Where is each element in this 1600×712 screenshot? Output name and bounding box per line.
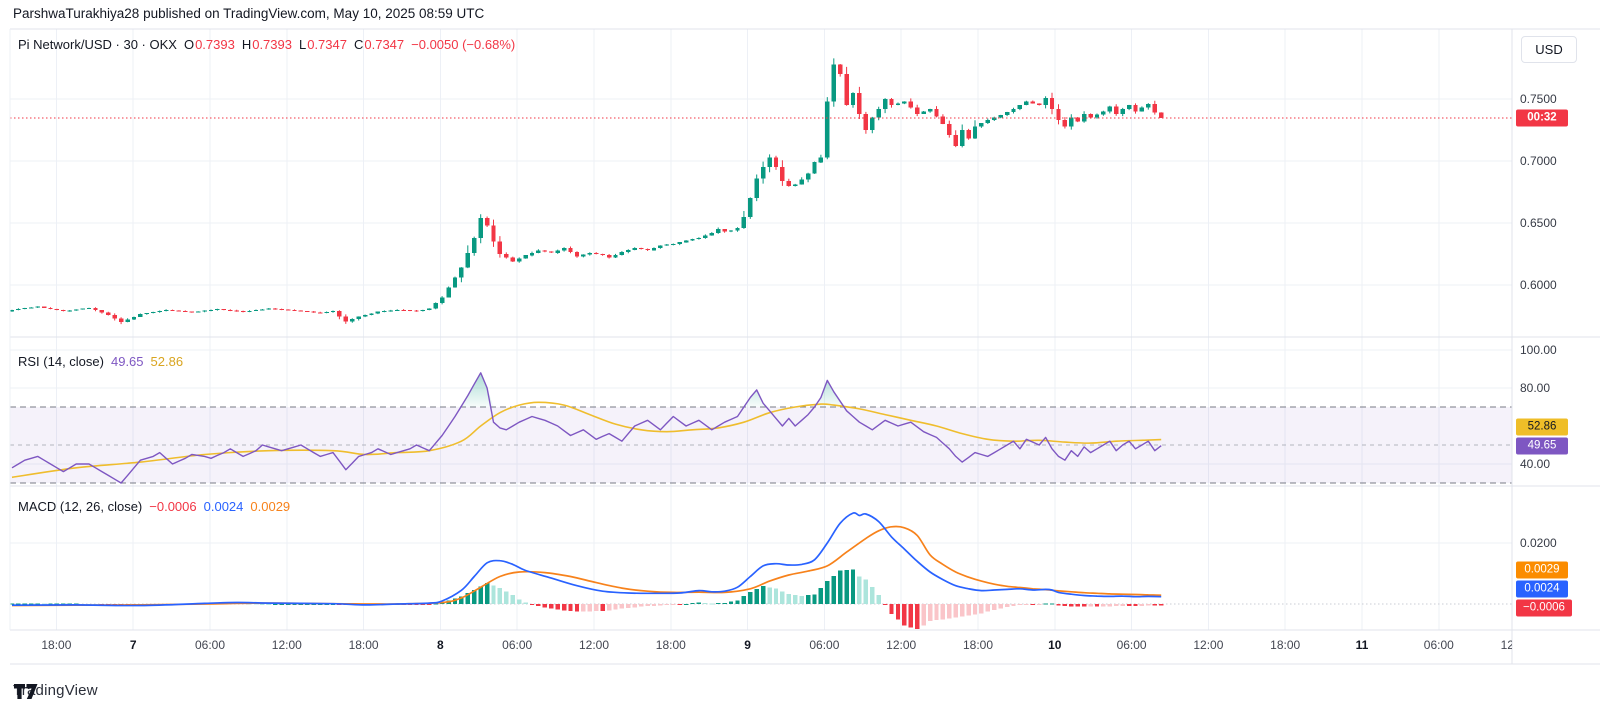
time-axis-label: 18:00 <box>41 638 72 652</box>
macd-signal-badge: 0.0029 <box>1516 561 1568 579</box>
time-axis-day-label: 11 <box>1355 638 1369 652</box>
rsi-ma-value: 52.86 <box>150 354 184 369</box>
tradingview-logo-icon <box>14 684 38 699</box>
price-axis-label: 0.6000 <box>1520 278 1557 292</box>
time-axis-day-label: 7 <box>129 638 137 652</box>
macd-signal-value: 0.0029 <box>250 499 291 514</box>
tradingview-published-chart: ParshwaTurakhiya28 published on TradingV… <box>0 0 1600 712</box>
time-axis-day-label: 10 <box>1048 638 1062 652</box>
time-axis-label: 12:00 <box>578 638 610 652</box>
footer-brand[interactable]: TradingView <box>13 682 98 699</box>
macd-line-value: 0.0024 <box>203 499 244 514</box>
price-axis-label: 0.7000 <box>1520 154 1557 168</box>
ohlc-high: H 0.7393 <box>241 37 292 52</box>
time-axis-label: 18:00 <box>348 638 379 652</box>
macd-hist-badge: −0.0006 <box>1516 599 1572 617</box>
price-axis-label: 0.7500 <box>1520 92 1557 106</box>
change-value: −0.0050 (−0.68%) <box>411 37 516 52</box>
time-axis-label: 06:00 <box>1116 638 1147 652</box>
rsi-title: RSI (14, close) <box>18 354 104 369</box>
time-axis-label: 06:00 <box>809 638 840 652</box>
rsi-ma-badge: 52.86 <box>1516 418 1568 436</box>
rsi-legend: RSI (14, close) 49.65 52.86 <box>18 354 183 369</box>
rsi-axis-label: 80.00 <box>1520 381 1551 395</box>
time-axis-day-label: 8 <box>437 638 444 652</box>
time-axis-label: 12:00 <box>886 638 917 652</box>
macd-axis-label: 0.0200 <box>1520 536 1557 550</box>
time-axis-label: 18:00 <box>655 638 686 652</box>
time-axis-label: 06:00 <box>502 638 533 652</box>
macd-title: MACD (12, 26, close) <box>18 499 143 514</box>
time-axis-label: 12:00 <box>1193 638 1224 652</box>
time-axis[interactable]: 18:00 7 06:00 12:00 18:00 8 06:00 12:00 18:00 9 06… <box>0 630 1512 664</box>
time-axis-day-label: 9 <box>744 638 751 652</box>
macd-line-badge: 0.0024 <box>1516 580 1568 598</box>
rsi-value: 49.65 <box>110 354 144 369</box>
time-axis-label: 12:00 <box>271 638 302 652</box>
time-axis-label: 18:00 <box>1270 638 1301 652</box>
time-axis-label: 06:00 <box>194 638 226 652</box>
time-axis-label: 18:00 <box>962 638 994 652</box>
symbol-legend: Pi Network/USD · 30 · OKX O 0.7393 H 0.739… <box>18 37 515 52</box>
rsi-badge: 49.65 <box>1516 437 1568 455</box>
currency-button[interactable]: USD <box>1521 36 1577 63</box>
countdown-badge: 00:32 <box>1516 109 1568 127</box>
macd-legend: MACD (12, 26, close) −0.0006 0.0024 0.00… <box>18 499 290 514</box>
rsi-axis-label: 40.00 <box>1520 457 1551 471</box>
rsi-axis-label: 100.00 <box>1520 343 1557 357</box>
chart-canvas[interactable] <box>0 0 1600 712</box>
macd-hist-value: −0.0006 <box>149 499 197 514</box>
symbol-title: Pi Network/USD · 30 · OKX <box>18 37 177 52</box>
time-axis-label: 12:00 <box>1500 638 1512 652</box>
ohlc-close: C 0.7347 <box>353 37 405 52</box>
ohlc-open: O 0.7393 <box>183 37 235 52</box>
time-axis-label: 06:00 <box>1423 638 1454 652</box>
price-axis-label: 0.6500 <box>1520 216 1557 230</box>
ohlc-low: L 0.7347 <box>298 37 347 52</box>
